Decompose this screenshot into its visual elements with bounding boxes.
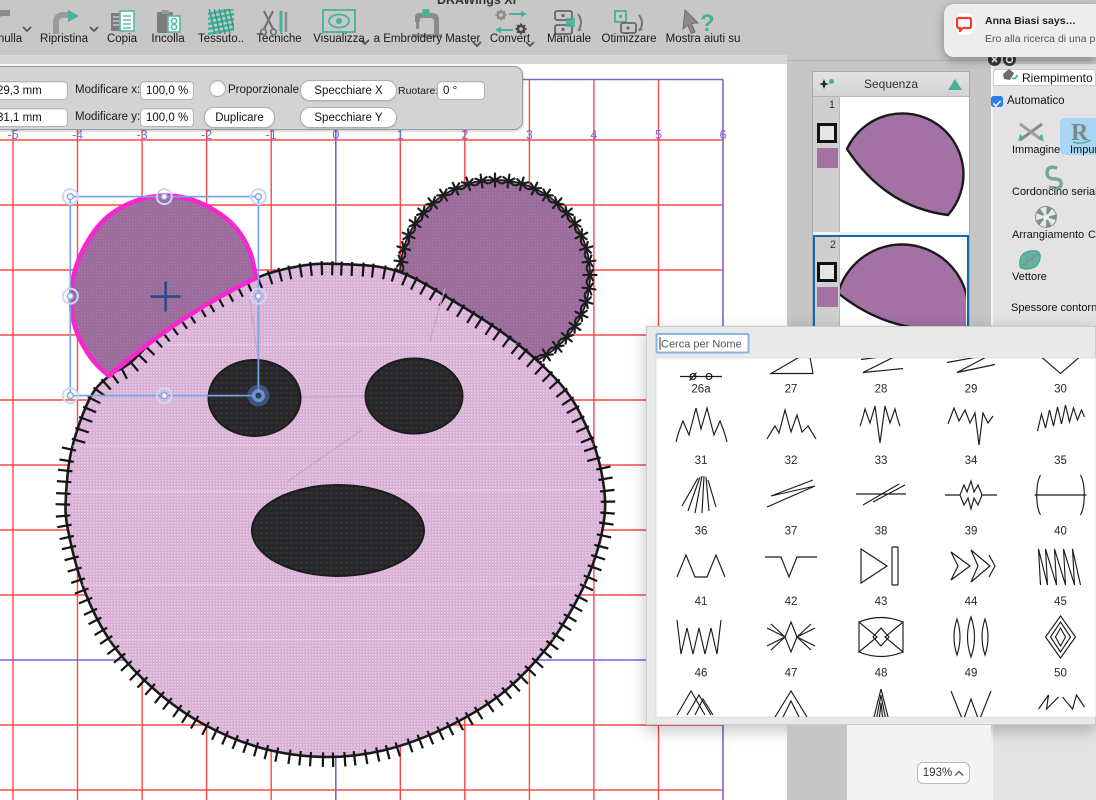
svg-text:37: 37 — [785, 526, 798, 538]
svg-text:33: 33 — [875, 455, 888, 467]
svg-text:36: 36 — [695, 526, 708, 538]
svg-text:-4: -4 — [72, 128, 83, 142]
svg-text:-3: -3 — [137, 128, 148, 142]
svg-text:42: 42 — [785, 596, 798, 608]
svg-text:1: 1 — [397, 128, 404, 142]
svg-text:41: 41 — [695, 596, 708, 608]
svg-text:-5: -5 — [7, 128, 18, 142]
svg-text:4: 4 — [590, 128, 597, 142]
svg-text:6: 6 — [720, 128, 727, 142]
svg-text:40: 40 — [1054, 526, 1067, 538]
svg-text:27: 27 — [785, 384, 798, 396]
svg-text:5: 5 — [655, 128, 662, 142]
svg-text:48: 48 — [875, 668, 888, 680]
svg-text:3: 3 — [526, 128, 533, 142]
svg-text:47: 47 — [785, 668, 798, 680]
svg-text:46: 46 — [695, 668, 708, 680]
svg-text:0: 0 — [332, 128, 339, 142]
svg-text:32: 32 — [785, 455, 798, 467]
svg-text:R: R — [1071, 120, 1089, 145]
svg-text:2: 2 — [461, 128, 468, 142]
svg-text:28: 28 — [875, 384, 888, 396]
svg-text:35: 35 — [1054, 455, 1067, 467]
svg-text:-1: -1 — [266, 128, 277, 142]
svg-text:Cerca per Nome: Cerca per Nome — [661, 339, 742, 351]
svg-text:-2: -2 — [201, 128, 212, 142]
svg-text:31: 31 — [695, 455, 708, 467]
svg-text:50: 50 — [1054, 668, 1067, 680]
svg-text:44: 44 — [965, 596, 978, 608]
svg-text:34: 34 — [965, 455, 978, 467]
svg-text:26a: 26a — [691, 384, 711, 396]
svg-text:39: 39 — [965, 526, 978, 538]
svg-text:43: 43 — [875, 596, 888, 608]
svg-text:38: 38 — [875, 526, 888, 538]
svg-text:45: 45 — [1054, 596, 1067, 608]
svg-text:29: 29 — [965, 384, 978, 396]
svg-text:30: 30 — [1054, 384, 1067, 396]
svg-text:49: 49 — [965, 668, 978, 680]
